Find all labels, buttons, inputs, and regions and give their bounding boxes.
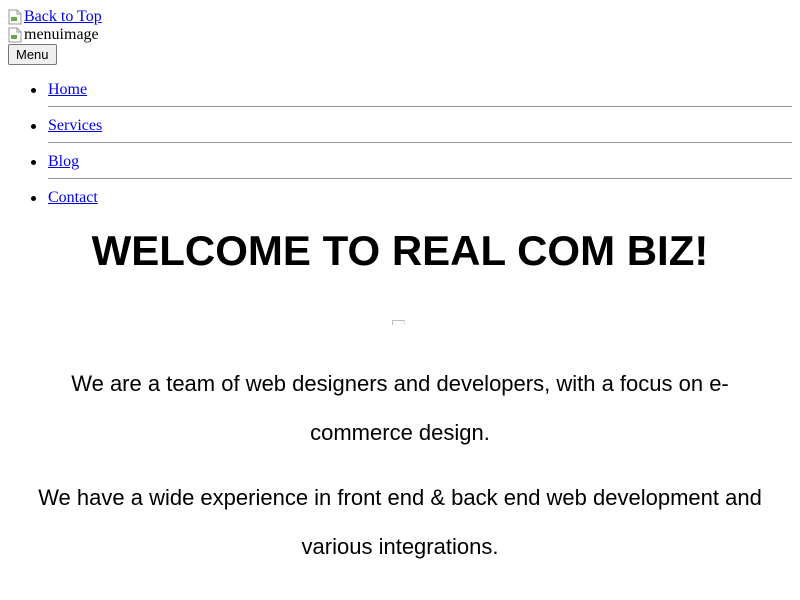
main-nav: Home Services Blog Contact xyxy=(31,80,792,224)
nav-item-home: Home xyxy=(31,80,792,116)
top-links: Back to Top menuimage xyxy=(8,8,102,44)
hero-image xyxy=(392,320,405,325)
broken-image-icon xyxy=(8,27,22,43)
menu-button[interactable]: Menu xyxy=(8,44,57,65)
experience-paragraph: We have a wide experience in front end &… xyxy=(38,485,762,559)
bullet-icon xyxy=(31,196,36,201)
nav-item-services: Services xyxy=(31,116,792,152)
broken-image-icon xyxy=(8,9,22,25)
menu-image-alt-text: menuimage xyxy=(24,26,99,43)
bullet-icon xyxy=(31,88,36,93)
bullet-icon xyxy=(31,124,36,129)
nav-link-blog[interactable]: Blog xyxy=(48,153,79,171)
page-title: WELCOME TO REAL COM BIZ! xyxy=(91,227,709,274)
nav-item-blog: Blog xyxy=(31,152,792,188)
nav-link-contact[interactable]: Contact xyxy=(48,189,98,207)
nav-link-home[interactable]: Home xyxy=(48,81,87,99)
back-to-top-alt-text[interactable]: Back to Top xyxy=(24,8,102,26)
intro-paragraph: We are a team of web designers and devel… xyxy=(71,371,729,445)
menu-image: menuimage xyxy=(8,26,102,44)
nav-divider xyxy=(48,142,792,143)
nav-divider xyxy=(48,106,792,107)
nav-item-contact: Contact xyxy=(31,188,792,224)
nav-link-services[interactable]: Services xyxy=(48,117,102,135)
back-to-top-link[interactable]: Back to Top xyxy=(8,8,102,26)
nav-divider xyxy=(48,178,792,179)
bullet-icon xyxy=(31,160,36,165)
